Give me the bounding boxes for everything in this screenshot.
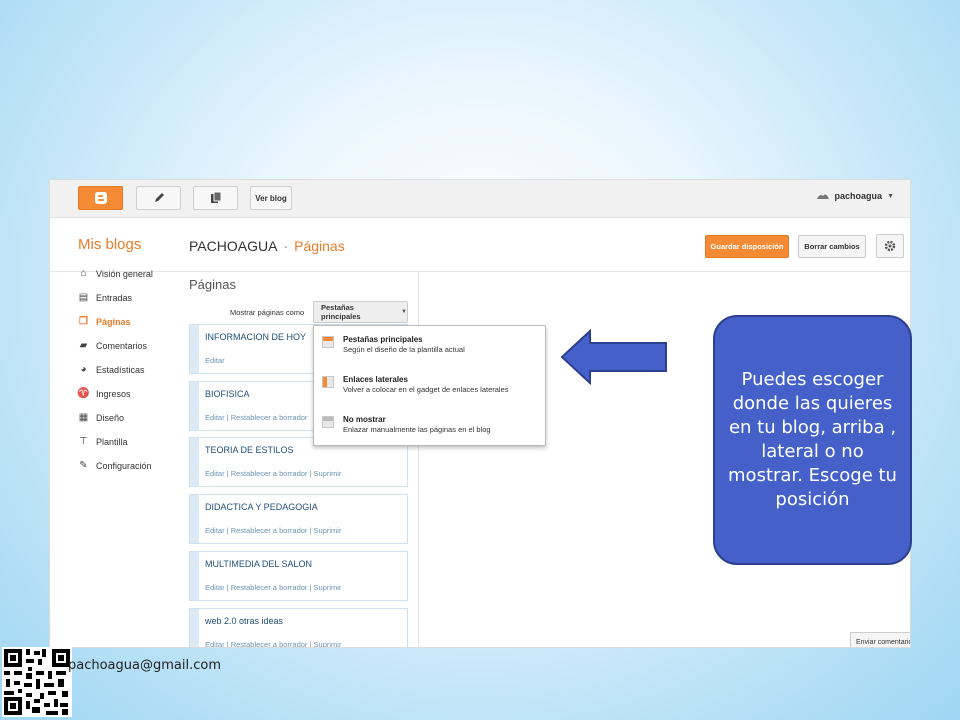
sidebar-item-label: Entradas — [96, 292, 133, 303]
sidebar-item-label: Ingresos — [96, 388, 131, 399]
trophy-icon: ♈ — [77, 388, 90, 399]
show-as-label: Mostrar páginas como — [230, 308, 305, 317]
blogger-logo-button[interactable] — [78, 186, 123, 210]
page-actions[interactable]: Editar — [205, 356, 225, 365]
page-actions[interactable]: Editar | Restablecer a borrador | Suprim… — [205, 640, 341, 647]
show-as-value: Pestañas principales — [321, 303, 361, 321]
sidebar-item-posts[interactable]: ▤ Entradas — [78, 292, 132, 303]
option-main-tabs[interactable]: Pestañas principales Según el diseño de … — [322, 335, 465, 354]
option-desc: Volver a colocar en el gadget de enlaces… — [343, 385, 509, 394]
page-item[interactable]: web 2.0 otras ideas Editar | Restablecer… — [189, 608, 408, 647]
option-title: No mostrar — [343, 415, 386, 424]
blogger-logo-icon — [94, 192, 107, 204]
sidebar-item-label: Plantilla — [96, 436, 128, 447]
sidebar-item-label: Visión general — [96, 268, 153, 279]
settings-button[interactable] — [876, 234, 904, 258]
user-menu[interactable]: pachoagua ▼ — [816, 191, 894, 201]
section-heading: Páginas — [189, 277, 236, 292]
drag-handle[interactable] — [190, 325, 199, 373]
username: pachoagua — [834, 191, 883, 201]
sidebar: ⌂ Visión general ▤ Entradas ❐ Páginas ▰ … — [50, 268, 170, 647]
sidebar-item-label: Estadísticas — [96, 364, 145, 375]
blog-header: Mis blogs PACHOAGUA · Páginas Guardar disp… — [50, 218, 910, 272]
left-arrow-icon — [560, 329, 667, 385]
chevron-down-icon: ▼ — [401, 309, 407, 315]
blog-name: PACHOAGUA — [189, 238, 278, 254]
page-actions[interactable]: Editar | Restablecer a borrador — [205, 413, 307, 422]
show-as-select[interactable]: Pestañas principales ▼ — [313, 301, 408, 323]
sidebar-item-settings[interactable]: ✎ Configuración — [78, 460, 152, 471]
user-avatar-icon — [816, 194, 829, 199]
gear-icon — [884, 240, 896, 252]
contact-email: pachoagua@gmail.com — [68, 658, 221, 673]
page-title-link[interactable]: web 2.0 otras ideas — [205, 616, 283, 626]
side-links-icon — [322, 376, 334, 388]
drag-handle[interactable] — [190, 609, 199, 647]
view-blog-button[interactable]: Ver blog — [250, 186, 292, 210]
save-layout-button[interactable]: Guardar disposición — [705, 235, 789, 258]
page-title-link[interactable]: MULTIMEDIA DEL SALON — [205, 559, 312, 569]
feedback-button[interactable]: Enviar comentarios — [850, 632, 910, 647]
title-separator: · — [283, 238, 289, 254]
option-title: Enlaces laterales — [343, 375, 408, 384]
chevron-down-icon: ▼ — [887, 192, 894, 200]
copy-icon — [210, 191, 221, 203]
page-title-link[interactable]: INFORMACION DE HOY — [205, 332, 306, 342]
page-title-link[interactable]: DIDACTICA Y PEDAGOGIA — [205, 502, 318, 512]
home-icon: ⌂ — [80, 268, 87, 279]
hidden-layout-icon — [322, 416, 334, 428]
posts-icon: ▤ — [78, 292, 89, 303]
page-title-link[interactable]: BIOFISICA — [205, 389, 250, 399]
option-hide[interactable]: No mostrar Enlazar manualmente las págin… — [322, 415, 491, 434]
sidebar-item-label: Páginas — [96, 316, 131, 327]
callout-note: Puedes escoger donde las quieres en tu b… — [713, 315, 912, 565]
sidebar-item-label: Comentarios — [96, 340, 148, 351]
drag-handle[interactable] — [190, 552, 199, 600]
show-as-dropdown: Pestañas principales Según el diseño de … — [313, 325, 546, 446]
top-toolbar: Ver blog pachoagua ▼ — [50, 180, 910, 218]
page-title: PACHOAGUA · Páginas — [189, 238, 345, 254]
template-icon: ⊤ — [79, 436, 88, 447]
sidebar-item-label: Configuración — [96, 460, 152, 471]
sidebar-item-earnings[interactable]: ♈ Ingresos — [77, 388, 131, 399]
drag-handle[interactable] — [190, 495, 199, 543]
clear-changes-button[interactable]: Borrar cambios — [798, 235, 866, 258]
sidebar-item-label: Diseño — [96, 412, 125, 423]
option-side-links[interactable]: Enlaces laterales Volver a colocar en el… — [322, 375, 509, 394]
sidebar-item-pages[interactable]: ❐ Páginas — [78, 316, 131, 327]
page-item[interactable]: MULTIMEDIA DEL SALON Editar | Restablece… — [189, 551, 408, 601]
page-title-link[interactable]: TEORIA DE ESTILOS — [205, 445, 294, 455]
sidebar-item-template[interactable]: ⊤ Plantilla — [78, 436, 128, 447]
page-actions[interactable]: Editar | Restablecer a borrador | Suprim… — [205, 526, 341, 535]
drag-handle[interactable] — [190, 438, 199, 486]
pencil-icon — [154, 193, 164, 202]
qr-code-icon — [2, 647, 72, 717]
sidebar-item-stats[interactable]: ◕ Estadísticas — [78, 364, 145, 375]
option-desc: Enlazar manualmente las páginas en el bl… — [343, 425, 491, 434]
drag-handle[interactable] — [190, 382, 199, 430]
posts-list-button[interactable] — [193, 186, 238, 210]
page-actions[interactable]: Editar | Restablecer a borrador | Suprim… — [205, 469, 341, 478]
top-tabs-icon — [322, 336, 334, 348]
my-blogs-link[interactable]: Mis blogs — [78, 236, 141, 253]
pages-icon: ❐ — [79, 316, 88, 327]
wrench-icon: ✎ — [79, 460, 88, 471]
page-actions[interactable]: Editar | Restablecer a borrador | Suprim… — [205, 583, 341, 592]
option-title: Pestañas principales — [343, 335, 423, 344]
page-item[interactable]: DIDACTICA Y PEDAGOGIA Editar | Restablec… — [189, 494, 408, 544]
sidebar-item-layout[interactable]: ▦ Diseño — [78, 412, 124, 423]
sidebar-item-overview[interactable]: ⌂ Visión general — [78, 268, 153, 279]
option-desc: Según el diseño de la plantilla actual — [343, 345, 465, 354]
comment-icon: ▰ — [79, 340, 88, 351]
layout-icon: ▦ — [78, 412, 89, 423]
section-name: Páginas — [294, 238, 345, 254]
new-post-button[interactable] — [136, 186, 181, 210]
sidebar-item-comments[interactable]: ▰ Comentarios — [78, 340, 147, 351]
stats-icon: ◕ — [80, 364, 87, 375]
